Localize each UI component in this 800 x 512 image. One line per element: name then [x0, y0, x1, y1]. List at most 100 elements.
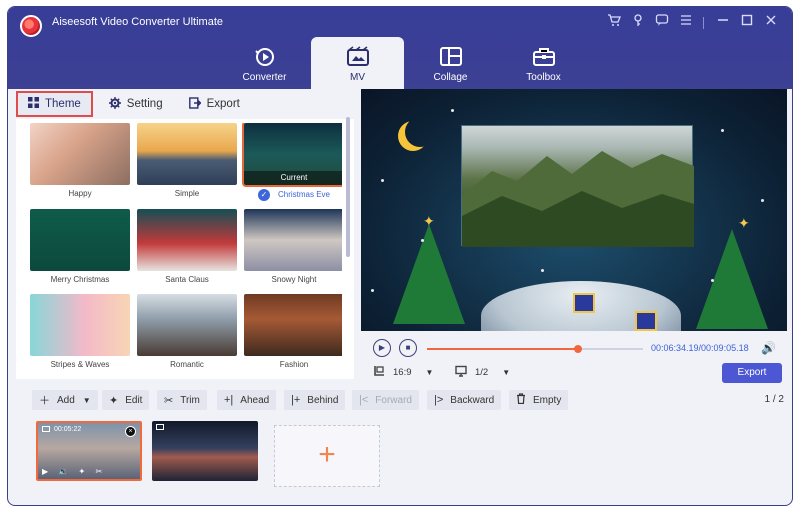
player-controls: ▶ ■ 00:06:34.19/00:09:05.18 🔊 16:9 ▼ 1/2… [361, 331, 787, 387]
cart-icon[interactable] [603, 13, 625, 33]
chat-icon[interactable] [651, 13, 673, 33]
minimize-icon[interactable] [712, 13, 734, 33]
theme-name: Fashion [279, 360, 309, 369]
theme-christmas-eve[interactable]: Current ✓ Christmas Eve [242, 123, 342, 201]
aspect-ratio-value: 16:9 [393, 367, 412, 378]
subtab-setting[interactable]: Setting [99, 91, 173, 117]
snowflake [371, 289, 374, 292]
theme-thumbnail [244, 209, 342, 271]
add-clip-button[interactable]: + [274, 425, 380, 487]
theme-grid: Happy Simple Current ✓ Christmas Eve Merr… [24, 123, 342, 379]
subtab-label: Setting [126, 98, 163, 110]
theme-scrollbar[interactable] [346, 117, 350, 257]
forward-label: Forward [375, 394, 412, 406]
snowflake [711, 279, 714, 282]
check-icon: ✓ [257, 189, 270, 201]
theme-merry-christmas[interactable]: Merry Christmas [30, 209, 130, 284]
play-icon[interactable]: ▶ [373, 339, 391, 357]
stop-icon[interactable]: ■ [399, 339, 417, 357]
chevron-down-icon: ▼ [82, 395, 91, 405]
theme-happy[interactable]: Happy [30, 123, 130, 198]
theme-romantic[interactable]: Romantic [137, 294, 237, 369]
menu-icon[interactable] [675, 13, 697, 33]
forward-icon: |< [359, 394, 369, 406]
volume-icon[interactable]: 🔊 [761, 341, 776, 355]
maximize-icon[interactable] [736, 13, 758, 33]
video-preview: ✦ ✦ [361, 89, 787, 331]
star-decoration: ✦ [738, 215, 750, 231]
aspect-ratio-icon [373, 365, 385, 380]
theme-name: Merry Christmas [50, 275, 110, 284]
ahead-button[interactable]: +| Ahead [217, 390, 277, 410]
empty-button[interactable]: Empty [509, 390, 569, 410]
progress-bar[interactable] [427, 345, 643, 353]
theme-thumbnail [30, 209, 130, 271]
converter-icon [252, 45, 278, 69]
behind-button[interactable]: |+ Behind [284, 390, 346, 410]
trim-button[interactable]: ✂ Trim [157, 390, 207, 410]
subtab-export[interactable]: Export [179, 91, 250, 117]
screen-page-value: 1/2 [475, 367, 489, 378]
title-bar: Aiseesoft Video Converter Ultimate Conve… [8, 7, 792, 89]
theme-stripes-waves[interactable]: Stripes & Waves [30, 294, 130, 369]
collage-icon [438, 45, 464, 69]
theme-name: Romantic [170, 360, 204, 369]
chevron-down-icon: ▼ [502, 368, 511, 377]
backward-icon: |> [434, 394, 444, 406]
theme-snowy-night[interactable]: Snowy Night [244, 209, 342, 284]
forward-button[interactable]: |< Forward [352, 390, 419, 410]
close-icon[interactable]: × [125, 426, 136, 437]
monitor-icon [455, 365, 467, 380]
tab-converter[interactable]: Converter [218, 37, 311, 89]
subtab-label: Export [206, 98, 240, 110]
preview-photo [461, 125, 694, 247]
star-decoration: ✦ [423, 213, 435, 229]
tab-mv[interactable]: MV [311, 37, 404, 89]
subtab-label: Theme [45, 98, 81, 110]
theme-simple[interactable]: Simple [137, 123, 237, 198]
theme-thumbnail: Current [242, 123, 342, 187]
grid-icon [28, 97, 39, 111]
film-icon [156, 424, 164, 430]
export-button[interactable]: Export [722, 363, 782, 383]
theme-santa-claus[interactable]: Santa Claus [137, 209, 237, 284]
tab-label: Collage [433, 72, 468, 83]
tab-label: Toolbox [526, 72, 561, 83]
backward-button[interactable]: |> Backward [427, 390, 502, 410]
add-button[interactable]: ＋ Add ▼ [32, 390, 98, 410]
subtab-theme[interactable]: Theme [16, 91, 93, 117]
app-window: Aiseesoft Video Converter Ultimate Conve… [7, 6, 793, 506]
magic-wand-icon: ✦ [109, 394, 119, 407]
ahead-icon: +| [224, 394, 234, 406]
aspect-ratio-select[interactable]: 16:9 ▼ [373, 365, 433, 380]
window-controls [601, 13, 782, 33]
snowflake [451, 109, 454, 112]
snowflake [541, 269, 544, 272]
key-icon[interactable] [627, 13, 649, 33]
clip-item[interactable]: 00:05:22 × ▶ 🔉 ✦ ✂ [36, 421, 142, 481]
close-icon[interactable] [760, 13, 782, 33]
film-icon [42, 426, 50, 432]
moon-decoration [405, 117, 435, 147]
ahead-label: Ahead [240, 394, 270, 406]
tab-label: MV [350, 72, 365, 83]
snowflake [421, 239, 424, 242]
plus-icon: ＋ [39, 395, 50, 407]
theme-name: Happy [68, 189, 92, 198]
snowflake [381, 179, 384, 182]
tab-collage[interactable]: Collage [404, 37, 497, 89]
clip-controls: ▶ 🔉 ✦ ✂ [42, 467, 107, 476]
theme-thumbnail [30, 123, 130, 185]
theme-fashion[interactable]: Fashion [244, 294, 342, 369]
scissors-icon: ✂ [164, 394, 174, 407]
progress-handle[interactable] [574, 345, 583, 353]
edit-button[interactable]: ✦ Edit [102, 390, 150, 410]
theme-name-text: Christmas Eve [277, 190, 330, 200]
edit-label: Edit [125, 394, 143, 406]
clip-item[interactable] [152, 421, 258, 481]
tab-toolbox[interactable]: Toolbox [497, 37, 590, 89]
export-icon [188, 96, 202, 112]
tree-decoration [696, 229, 768, 329]
screen-page-select[interactable]: 1/2 ▼ [455, 365, 510, 380]
snowflake [761, 199, 764, 202]
